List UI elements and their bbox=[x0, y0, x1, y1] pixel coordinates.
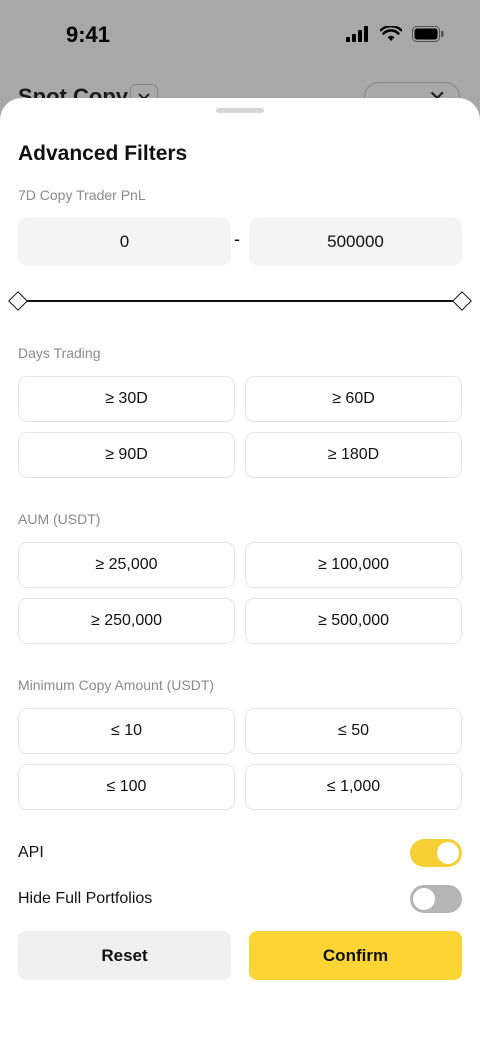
sheet-drag-handle[interactable] bbox=[216, 108, 264, 113]
api-toggle[interactable] bbox=[410, 839, 462, 867]
min-copy-option-50[interactable]: ≤ 50 bbox=[245, 708, 462, 754]
status-bar: 9:41 bbox=[0, 0, 480, 70]
days-option-180d[interactable]: ≥ 180D bbox=[245, 432, 462, 478]
pnl-range-separator: - bbox=[234, 229, 240, 249]
reset-button[interactable]: Reset bbox=[18, 931, 231, 980]
days-trading-label: Days Trading bbox=[18, 345, 101, 361]
advanced-filters-sheet: Advanced Filters 7D Copy Trader PnL 0 - … bbox=[0, 98, 480, 1040]
aum-options: ≥ 25,000 ≥ 100,000 ≥ 250,000 ≥ 500,000 bbox=[18, 542, 462, 644]
battery-icon bbox=[412, 26, 444, 42]
min-copy-options: ≤ 10 ≤ 50 ≤ 100 ≤ 1,000 bbox=[18, 708, 462, 810]
pnl-slider-max-handle[interactable] bbox=[452, 291, 472, 311]
min-copy-option-1000[interactable]: ≤ 1,000 bbox=[245, 764, 462, 810]
days-option-90d[interactable]: ≥ 90D bbox=[18, 432, 235, 478]
sheet-title: Advanced Filters bbox=[18, 142, 188, 165]
pnl-min-input[interactable]: 0 bbox=[18, 217, 231, 266]
cellular-signal-icon bbox=[346, 26, 368, 42]
toggle-knob bbox=[413, 888, 435, 910]
pnl-slider-min-handle[interactable] bbox=[8, 291, 28, 311]
aum-option-250000[interactable]: ≥ 250,000 bbox=[18, 598, 235, 644]
confirm-button[interactable]: Confirm bbox=[249, 931, 462, 980]
toggle-knob bbox=[437, 842, 459, 864]
days-option-60d[interactable]: ≥ 60D bbox=[245, 376, 462, 422]
aum-option-25000[interactable]: ≥ 25,000 bbox=[18, 542, 235, 588]
days-trading-options: ≥ 30D ≥ 60D ≥ 90D ≥ 180D bbox=[18, 376, 462, 478]
days-option-30d[interactable]: ≥ 30D bbox=[18, 376, 235, 422]
api-row: API bbox=[18, 839, 462, 867]
status-time: 9:41 bbox=[66, 22, 111, 47]
status-icons bbox=[346, 26, 444, 42]
hide-full-portfolios-label: Hide Full Portfolios bbox=[18, 890, 153, 907]
min-copy-option-10[interactable]: ≤ 10 bbox=[18, 708, 235, 754]
pnl-max-input[interactable]: 500000 bbox=[249, 217, 462, 266]
hide-full-portfolios-toggle[interactable] bbox=[410, 885, 462, 913]
api-label: API bbox=[18, 844, 44, 861]
pnl-range-slider[interactable] bbox=[18, 300, 462, 302]
hide-full-portfolios-row: Hide Full Portfolios bbox=[18, 885, 462, 913]
aum-label: AUM (USDT) bbox=[18, 511, 101, 527]
pnl-label: 7D Copy Trader PnL bbox=[18, 187, 146, 203]
min-copy-label: Minimum Copy Amount (USDT) bbox=[18, 677, 215, 693]
wifi-icon bbox=[380, 26, 402, 41]
min-copy-option-100[interactable]: ≤ 100 bbox=[18, 764, 235, 810]
aum-option-500000[interactable]: ≥ 500,000 bbox=[245, 598, 462, 644]
aum-option-100000[interactable]: ≥ 100,000 bbox=[245, 542, 462, 588]
